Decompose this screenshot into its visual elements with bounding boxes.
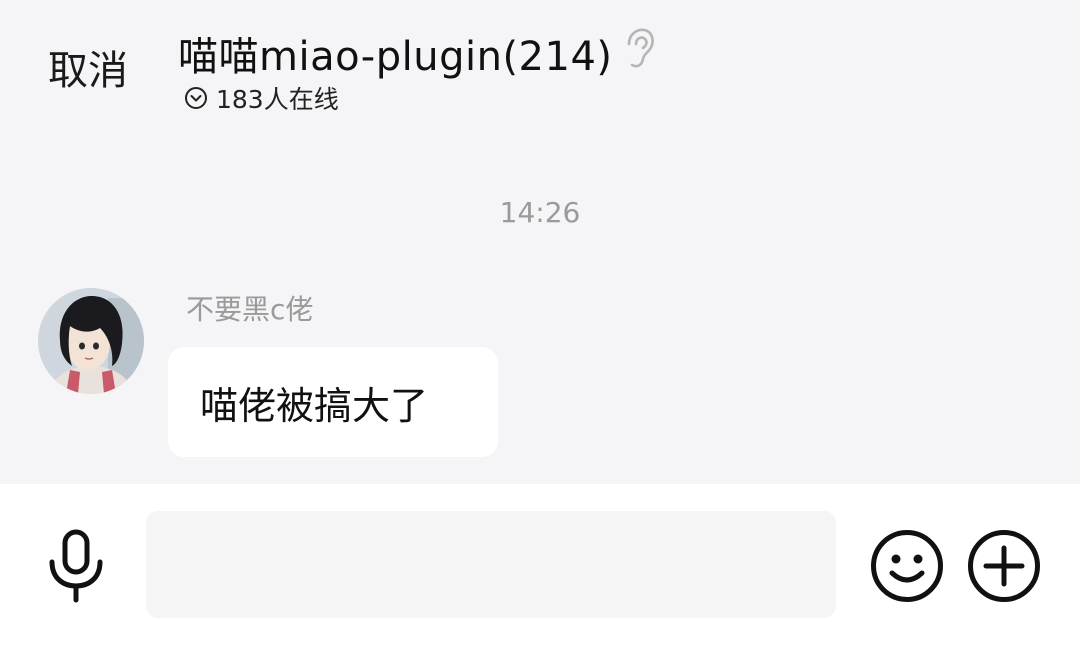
message-bubble[interactable]: 喵佬被搞大了 (168, 347, 498, 457)
plus-icon[interactable] (967, 529, 1041, 603)
emoji-icon[interactable] (870, 529, 944, 603)
group-title-area[interactable]: 喵喵miao-plugin(214) (178, 24, 613, 82)
message-timestamp: 14:26 (499, 196, 581, 229)
message-text: 喵佬被搞大了 (200, 383, 429, 428)
cancel-button[interactable]: 取消 (48, 38, 128, 96)
avatar-image (38, 288, 144, 394)
avatar[interactable] (38, 288, 144, 394)
online-count: 183人在线 (216, 85, 339, 114)
chat-header: 取消 喵喵miao-plugin(214) 183人在线 (0, 0, 1080, 140)
chevron-down-circle-icon (185, 87, 207, 109)
microphone-icon[interactable] (44, 528, 108, 604)
group-title: 喵喵miao-plugin(214) (178, 34, 613, 80)
ear-icon[interactable] (620, 26, 656, 70)
message-input[interactable] (146, 511, 836, 618)
sender-name: 不要黑c佬 (186, 293, 314, 326)
online-status[interactable]: 183人在线 (184, 80, 339, 116)
